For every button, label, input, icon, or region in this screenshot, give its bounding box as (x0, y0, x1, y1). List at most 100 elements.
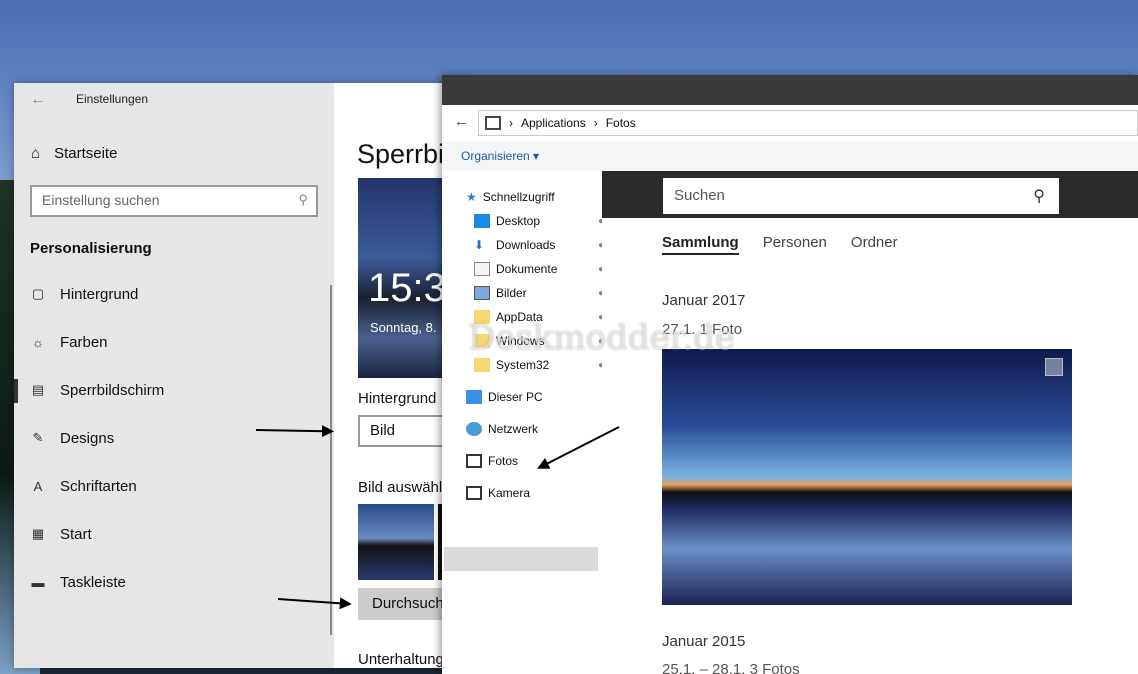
sidebar-item-label: Start (60, 525, 92, 543)
sidebar-item-label: Hintergrund (60, 285, 139, 303)
tab-ordner[interactable]: Ordner (851, 234, 898, 255)
settings-search-input[interactable]: Einstellung suchen ⚲ (30, 185, 318, 217)
title-bar[interactable] (442, 75, 1138, 105)
designs-icon: ✎ (32, 430, 44, 445)
fotos-app: Suchen ⚲ Sammlung Personen Ordner Januar… (602, 171, 1138, 674)
sidebar-item-farben[interactable]: ☼ Farben (30, 324, 320, 360)
nav-label: Bilder (496, 286, 527, 300)
explorer-window: ← › Applications › Fotos Organisieren ▾ … (442, 75, 1138, 674)
image-thumbnail[interactable] (358, 504, 434, 580)
sidebar-item-start[interactable]: ▦ Start (30, 516, 320, 552)
active-indicator (14, 379, 18, 403)
nav-item-desktop[interactable]: Desktop ● (474, 211, 604, 231)
start-icon: ▦ (31, 526, 45, 541)
settings-window: ← Einstellungen ⌂ Startseite Einstellung… (14, 83, 474, 668)
sidebar-item-hintergrund[interactable]: ▢ Hintergrund (30, 276, 320, 312)
nav-item-network[interactable]: Netzwerk (466, 419, 596, 439)
nav-label: Desktop (496, 214, 541, 228)
photos-icon (485, 116, 501, 130)
document-icon (474, 262, 490, 276)
nav-label: Schnellzugriff (482, 190, 555, 204)
nav-label: Dokumente (496, 262, 558, 276)
pictures-icon (474, 286, 490, 300)
sidebar-scrollbar[interactable] (330, 285, 332, 635)
nav-item-camera[interactable]: Kamera (466, 483, 596, 503)
preview-time: 15:3 (368, 266, 446, 310)
preview-date: Sonntag, 8. (370, 320, 437, 335)
sidebar-item-label: Farben (60, 333, 108, 351)
sidebar-item-sperrbildschirm[interactable]: ▤ Sperrbildschirm (30, 372, 320, 408)
section-heading: Personalisierung (30, 240, 152, 257)
photo-thumbnail[interactable] (662, 349, 1072, 605)
background-label: Hintergrund (358, 390, 437, 407)
sidebar-item-label: Schriftarten (60, 477, 137, 495)
search-icon[interactable]: ⚲ (1033, 186, 1045, 206)
nav-item-dokumente[interactable]: Dokumente ● (474, 259, 604, 279)
back-arrow-icon[interactable]: ← (454, 113, 469, 130)
command-bar: Organisieren ▾ (442, 141, 1138, 171)
sidebar-item-label: Taskleiste (60, 573, 126, 591)
back-arrow-icon[interactable]: ← (30, 91, 46, 109)
nav-label: Netzwerk (488, 422, 539, 436)
camera-icon (466, 486, 482, 500)
nav-label: Dieser PC (488, 390, 543, 404)
navigation-pane: ★ Schnellzugriff Desktop ● ⬇ Downloads ● Dok… (442, 171, 604, 674)
sidebar-item-label: Designs (60, 429, 115, 447)
select-checkbox[interactable] (1045, 358, 1063, 376)
address-bar[interactable]: › Applications › Fotos (478, 110, 1138, 136)
chevron-right-icon: › (509, 116, 513, 130)
home-icon: ⌂ (31, 145, 41, 162)
nav-label: System32 (496, 358, 550, 372)
photos-icon (466, 454, 482, 468)
breadcrumb-item[interactable]: Fotos (606, 116, 636, 130)
nav-label: Downloads (496, 238, 556, 252)
nav-label: Kamera (488, 486, 531, 500)
nav-item-bilder[interactable]: Bilder ● (474, 283, 604, 303)
search-placeholder: Einstellung suchen (42, 192, 160, 208)
page-title: Sperrbi (357, 139, 445, 169)
settings-title: Einstellungen (76, 92, 149, 106)
lockscreen-icon: ▤ (31, 382, 45, 397)
nav-item-this-pc[interactable]: Dieser PC (466, 387, 596, 407)
search-icon: ⚲ (298, 192, 308, 207)
fotos-header: Suchen ⚲ (602, 171, 1138, 218)
sidebar-item-taskleiste[interactable]: ▬ Taskleiste (30, 564, 320, 600)
network-icon (466, 422, 482, 436)
chevron-right-icon: › (593, 116, 598, 130)
group-subheading: 25.1. – 28.1. 3 Fotos (662, 661, 800, 674)
sidebar-item-designs[interactable]: ✎ Designs (30, 420, 320, 456)
computer-icon (466, 390, 482, 404)
tab-personen[interactable]: Personen (763, 234, 827, 255)
address-bar-row: ← › Applications › Fotos (442, 105, 1138, 141)
nav-label: Fotos (488, 454, 519, 468)
tab-sammlung[interactable]: Sammlung (662, 234, 739, 255)
fonts-icon: A (33, 478, 43, 494)
choose-image-label: Bild auswähle (358, 479, 451, 496)
search-placeholder: Suchen (674, 187, 725, 204)
home-link[interactable]: ⌂ Startseite (31, 145, 117, 162)
desktop-icon (474, 214, 490, 228)
fotos-search-input[interactable]: Suchen ⚲ (663, 178, 1059, 214)
entertainment-label: Unterhaltung (358, 651, 444, 668)
palette-icon: ☼ (32, 334, 44, 350)
group-heading: Januar 2015 (662, 633, 746, 650)
watermark: Deskmodder.de (468, 318, 736, 358)
selected-highlight (444, 547, 598, 571)
nav-item-quick-access[interactable]: ★ Schnellzugriff (466, 187, 596, 207)
fotos-tabs: Sammlung Personen Ordner (662, 234, 898, 255)
caret-down-icon: ▾ (533, 149, 540, 163)
organize-button[interactable]: Organisieren ▾ (461, 149, 539, 163)
taskbar-icon: ▬ (31, 574, 45, 590)
image-icon: ▢ (31, 286, 45, 301)
download-icon: ⬇ (474, 238, 485, 252)
breadcrumb-item[interactable]: Applications (521, 116, 586, 130)
nav-item-fotos[interactable]: Fotos (466, 451, 596, 471)
group-heading: Januar 2017 (662, 292, 746, 309)
nav-item-downloads[interactable]: ⬇ Downloads ● (474, 235, 604, 255)
folder-icon (474, 358, 490, 372)
organize-label: Organisieren (461, 149, 530, 163)
nav-item-system32[interactable]: System32 ● (474, 355, 604, 375)
sidebar-item-label: Sperrbildschirm (60, 381, 165, 399)
sidebar-item-schriftarten[interactable]: A Schriftarten (30, 468, 320, 504)
home-label: Startseite (54, 145, 118, 162)
